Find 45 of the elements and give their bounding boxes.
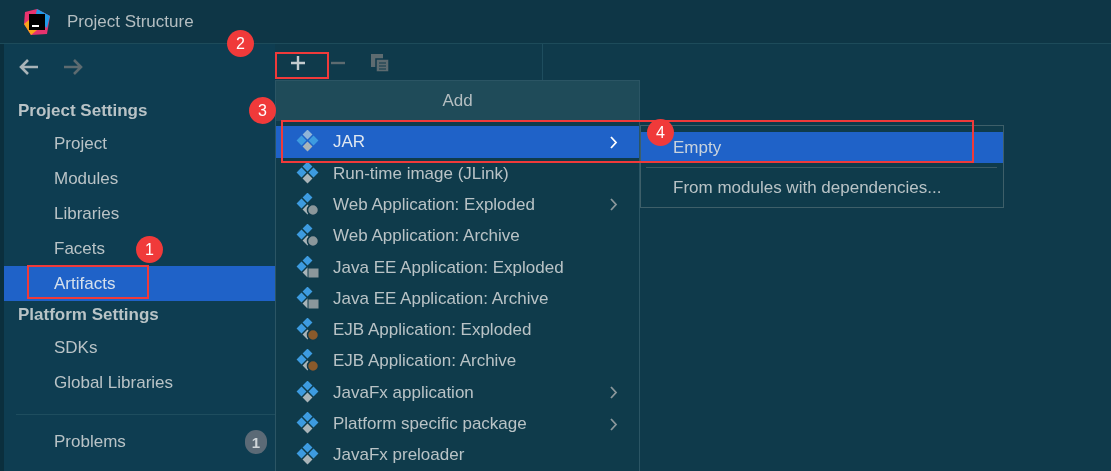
menu-item[interactable]: JAR [276,126,639,158]
highlight-frame [275,52,329,79]
forward-arrow-icon[interactable] [62,58,84,76]
menu-item[interactable]: Web Application: Archive [276,220,639,252]
menu-item[interactable]: Platform specific package [276,408,639,440]
sidebar-item[interactable]: Problems [54,432,126,452]
section-heading: Platform Settings [18,304,159,326]
menu-item[interactable]: Web Application: Exploded [276,189,639,221]
chevron-right-icon [610,386,618,400]
artifact-bean-icon [296,349,320,374]
window-title: Project Structure [67,11,194,32]
menu-header: Add [276,81,639,121]
artifact-bean-icon [296,318,320,343]
artifact-ee-icon [296,255,320,280]
sidebar-item[interactable]: Facets [54,231,106,266]
sidebar-item[interactable]: Modules [54,161,119,196]
menu-item[interactable]: Run-time image (JLink) [276,158,639,190]
chevron-right-icon [610,417,618,431]
artifact-icon [296,380,320,405]
add-icon[interactable] [290,55,306,71]
count-badge: 1 [245,430,267,454]
section-heading: Project Settings [18,100,148,122]
sidebar-item[interactable]: Libraries [54,196,120,231]
sidebar-item[interactable]: SDKs [54,330,98,365]
back-arrow-icon[interactable] [18,58,40,76]
artifact-icon [296,130,320,154]
menu-item[interactable]: EJB Application: Exploded [276,314,639,346]
sidebar-item[interactable]: Project [54,126,107,161]
artifact-globe-icon [296,224,320,249]
menu-item[interactable]: Java EE Application: Archive [276,283,639,315]
artifact-icon [296,412,320,436]
artifact-globe-icon [296,192,320,217]
sidebar-item[interactable]: Artifacts [4,266,275,301]
chevron-right-icon [610,135,618,149]
menu-item[interactable]: JavaFx preloader [276,439,639,471]
menu-item[interactable]: JavaFx application [276,377,639,409]
menu-item[interactable]: Java EE Application: Exploded [276,251,639,284]
app-logo-icon [23,7,51,36]
artifact-ee-icon [296,286,320,311]
sidebar-item[interactable]: Global Libraries [54,365,174,400]
copy-icon[interactable] [370,53,390,73]
menu-item[interactable]: EJB Application: Archive [276,345,639,378]
menu-item[interactable]: From modules with dependencies... [641,172,1003,203]
artifact-icon [296,161,320,186]
chevron-right-icon [610,198,618,212]
